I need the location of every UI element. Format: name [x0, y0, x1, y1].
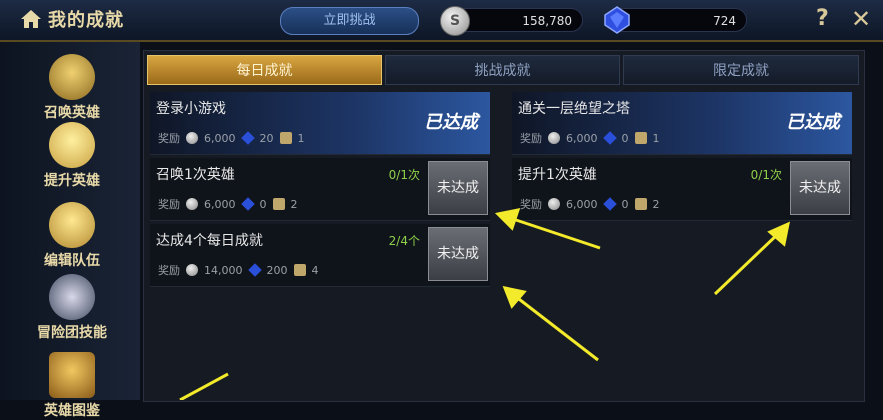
- arrow-2: [514, 294, 599, 362]
- arrow-1: [509, 216, 601, 250]
- annotation-arrows: [179, 208, 791, 400]
- arrow-4: [179, 372, 229, 400]
- arrow-1-head: [494, 208, 521, 231]
- sidebar-item-label: 英雄图鉴: [44, 403, 100, 419]
- arrow-3: [713, 230, 782, 296]
- arrow-2-head: [502, 285, 527, 309]
